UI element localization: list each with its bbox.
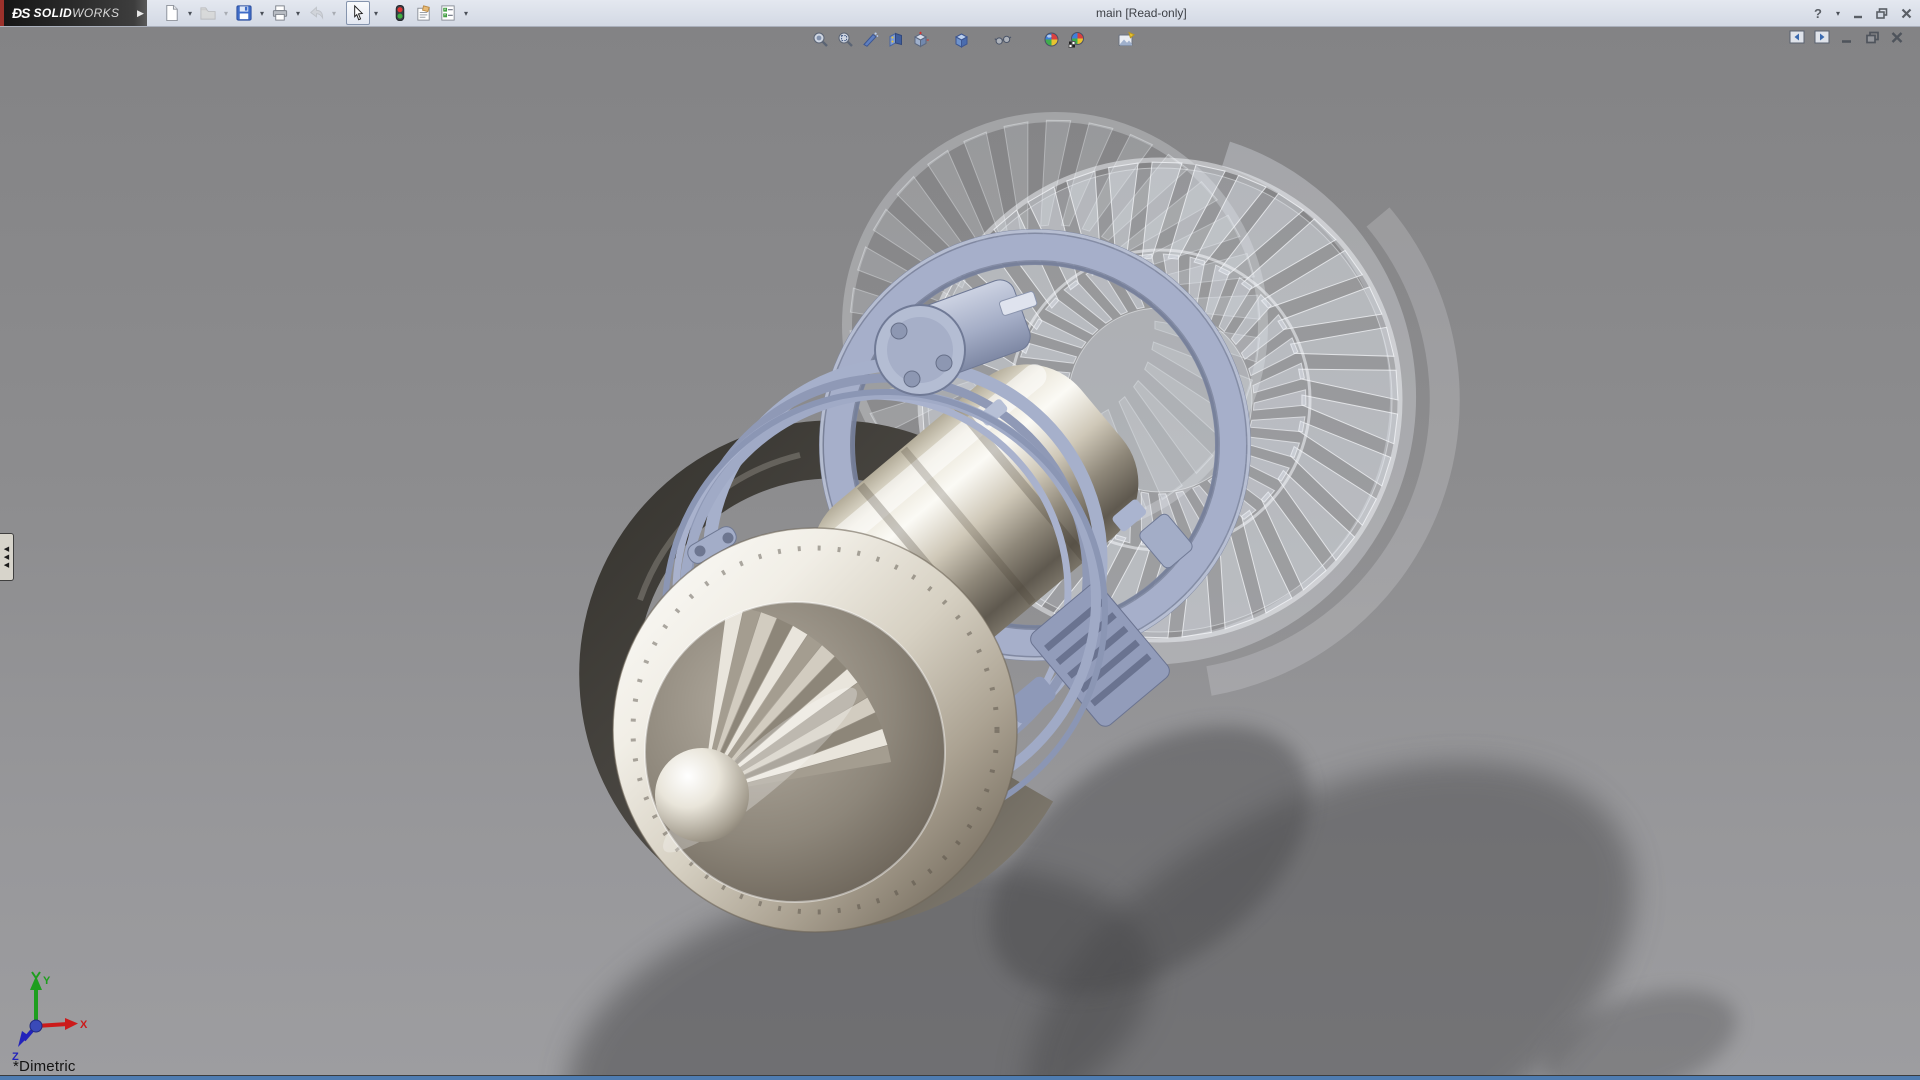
edit-appearance-button[interactable] [1039,28,1064,51]
hide-show-items-icon [994,31,1012,48]
pane-right-button[interactable] [1813,29,1831,45]
view-settings-button[interactable] [1113,28,1138,51]
open-dropdown[interactable]: ▾ [220,2,232,24]
solidworks-logo-glyph: ÐS [12,5,29,21]
doc-minimize-icon [1840,31,1854,44]
view-cube-icon [912,31,929,48]
select-button[interactable] [346,1,370,25]
new-document-button[interactable] [160,1,184,25]
print-icon [271,4,289,22]
collapse-arrow-icon: ◀ [4,554,9,561]
section-view-button[interactable] [858,28,883,51]
select-dropdown[interactable]: ▾ [370,2,382,24]
open-button[interactable] [196,1,220,25]
options-button[interactable] [436,1,460,25]
view-cube-button[interactable] [908,28,933,51]
undo-dropdown[interactable]: ▾ [328,2,340,24]
apply-scene-icon [1068,31,1085,48]
view-orientation-button[interactable] [883,28,908,51]
brand-works: WORKS [72,6,119,20]
hide-show-items-button[interactable] [990,28,1015,51]
doc-restore-button[interactable] [1863,29,1881,45]
collapse-arrow-icon: ◀ [4,562,9,569]
pane-left-button[interactable] [1788,29,1806,45]
doc-restore-icon [1865,31,1880,44]
new-document-icon [163,4,181,22]
pane-left-icon [1789,30,1805,44]
rebuild-button[interactable] [388,1,412,25]
brand-solid: SOLID [33,6,72,20]
restore-button[interactable] [1872,3,1892,23]
file-properties-button[interactable] [412,1,436,25]
doc-close-icon [1890,31,1904,44]
solidworks-logo: ÐS SOLIDWORKS [4,0,134,26]
display-style-button[interactable] [949,28,974,51]
zoom-to-fit-icon [812,31,829,48]
options-dropdown[interactable]: ▾ [460,2,472,24]
open-folder-icon [199,4,217,22]
edit-appearance-icon [1043,31,1060,48]
collapse-arrow-icon: ◀ [4,546,9,553]
menu-expander-arrow[interactable]: ▶ [134,0,147,26]
display-style-icon [953,31,970,48]
triad-x-label: X [80,1019,88,1031]
triad-y-label: Y [43,975,51,987]
document-window-controls [1788,29,1906,45]
select-cursor-icon [349,4,367,22]
orientation-triad: Y X Z [10,970,130,1070]
undo-button[interactable] [304,1,328,25]
zoom-to-area-icon [837,31,854,48]
print-button[interactable] [268,1,292,25]
apply-scene-button[interactable] [1064,28,1089,51]
taskbar-edge [0,1075,1920,1080]
titlebar-controls: ? ▾ [1808,0,1916,26]
file-properties-icon [415,4,433,22]
save-dropdown[interactable]: ▾ [256,2,268,24]
print-dropdown[interactable]: ▾ [292,2,304,24]
main-toolbar: ▾ ▾ ▾ ▾ ▾ [160,0,472,26]
new-document-dropdown[interactable]: ▾ [184,2,196,24]
close-button[interactable] [1896,3,1916,23]
options-icon [439,4,457,22]
rebuild-traffic-light-icon [391,4,409,22]
view-settings-icon [1117,31,1135,48]
doc-minimize-button[interactable] [1838,29,1856,45]
solidworks-window: ÐS SOLIDWORKS ▶ ▾ ▾ ▾ [0,0,1920,1080]
view-orientation-icon [887,31,904,48]
zoom-to-area-button[interactable] [833,28,858,51]
document-title: main [Read-only] [1096,0,1187,26]
jet-engine-3d-model [0,26,1920,1076]
restore-icon [1875,7,1889,20]
pane-right-icon [1814,30,1830,44]
save-button[interactable] [232,1,256,25]
feature-manager-collapsed-tab[interactable]: ◀ ◀ ◀ [0,533,14,581]
close-icon [1900,7,1913,20]
doc-close-button[interactable] [1888,29,1906,45]
heads-up-view-toolbar [808,28,1138,51]
minimize-icon [1852,7,1865,20]
help-dropdown[interactable]: ▾ [1832,2,1844,24]
zoom-to-fit-button[interactable] [808,28,833,51]
save-icon [235,4,253,22]
titlebar: ÐS SOLIDWORKS ▶ ▾ ▾ ▾ [0,0,1920,27]
minimize-button[interactable] [1848,3,1868,23]
view-orientation-label: *Dimetric [13,1058,76,1075]
help-button[interactable]: ? [1808,3,1828,23]
undo-icon [307,4,325,22]
section-view-icon [862,31,879,48]
graphics-viewport[interactable]: ◀ ◀ ◀ Y X Z *Dimetric [0,26,1920,1076]
spinner-ball [655,748,749,842]
